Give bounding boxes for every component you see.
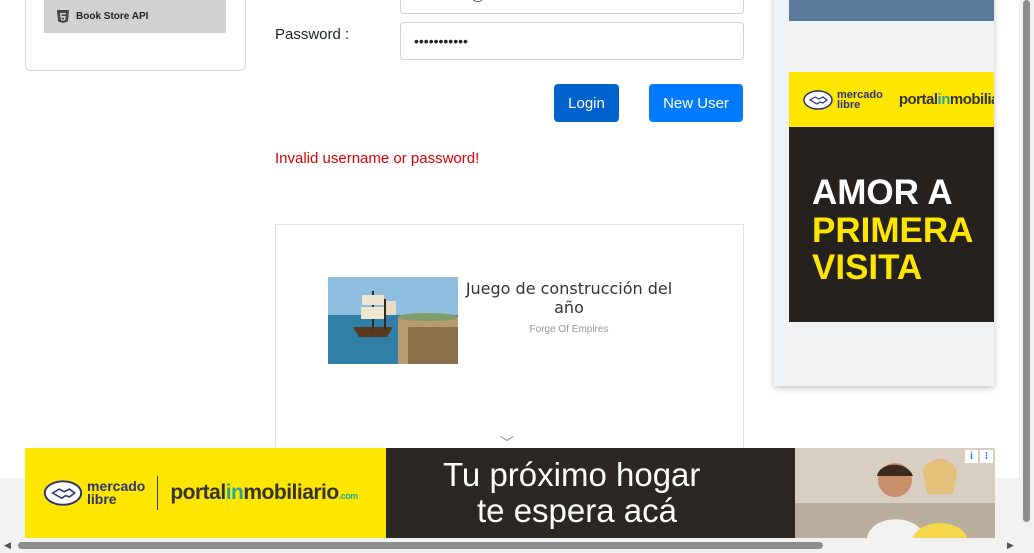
ad-choices[interactable]: i ⁝: [965, 450, 993, 463]
ad-headline-2: te espera acá: [477, 492, 677, 529]
ad-brand-bar: mercado libre portalinmobiliario: [789, 72, 994, 127]
ad-headline-panel: AMOR A PRIMERA VISITA: [789, 127, 994, 322]
ad-headline-3: VISITA: [812, 248, 923, 287]
ad-headline-1: Tu próximo hogar: [443, 456, 701, 493]
vertical-scroll-thumb[interactable]: [1023, 0, 1030, 522]
sidebar-item-label: Book Store API: [76, 10, 149, 22]
info-icon[interactable]: i: [965, 450, 978, 463]
ad-image-top: [789, 0, 994, 21]
login-button[interactable]: Login: [554, 84, 619, 122]
close-ad-icon[interactable]: ⁝: [980, 450, 993, 463]
username-field[interactable]: [400, 0, 744, 14]
horizontal-scrollbar[interactable]: ◀ ▶: [0, 538, 1034, 553]
sidebar-card: Book Store API: [25, 0, 246, 71]
portalinmobiliario-logo: portalinmobiliario: [898, 91, 994, 108]
mercadolibre-text: mercado libre: [87, 478, 146, 507]
mercadolibre-text: mercado libre: [837, 88, 883, 111]
mercadolibre-logo: mercado libre: [803, 88, 883, 111]
scroll-right-icon[interactable]: ▶: [1007, 540, 1014, 551]
ad-source: Forge Of Empires: [529, 324, 609, 335]
ad-brand-bar: mercado libre portalinmobiliario.com: [25, 448, 386, 538]
ship-image: [328, 277, 458, 364]
new-user-button[interactable]: New User: [649, 84, 743, 122]
mercadolibre-logo: mercado libre: [43, 478, 146, 507]
right-ad[interactable]: mercado libre portalinmobiliario AMOR A …: [774, 0, 994, 386]
ad-thumbnail[interactable]: [328, 277, 458, 364]
sidebar-item-book-store-api[interactable]: Book Store API: [44, 0, 226, 33]
vertical-scrollbar[interactable]: [1019, 0, 1034, 538]
ad-title[interactable]: Juego de construcción del año: [462, 279, 676, 317]
bottom-banner-ad[interactable]: mercado libre portalinmobiliario.com Tu …: [25, 448, 995, 538]
scroll-left-icon[interactable]: ◀: [4, 540, 11, 551]
handshake-icon: [803, 89, 833, 110]
horizontal-scroll-thumb[interactable]: [18, 542, 823, 549]
inline-ad: Juego de construcción del año Forge Of E…: [275, 224, 744, 464]
ad-headline-1: AMOR A: [812, 173, 953, 212]
password-label: Password :: [275, 26, 350, 43]
divider: [157, 476, 159, 510]
handshake-icon: [43, 480, 83, 506]
portalinmobiliario-logo: portalinmobiliario.com: [170, 481, 358, 504]
html5-icon: [57, 9, 69, 23]
ad-headline-2: PRIMERA: [812, 211, 974, 250]
error-message: Invalid username or password!: [275, 150, 480, 167]
password-field[interactable]: [400, 22, 744, 60]
